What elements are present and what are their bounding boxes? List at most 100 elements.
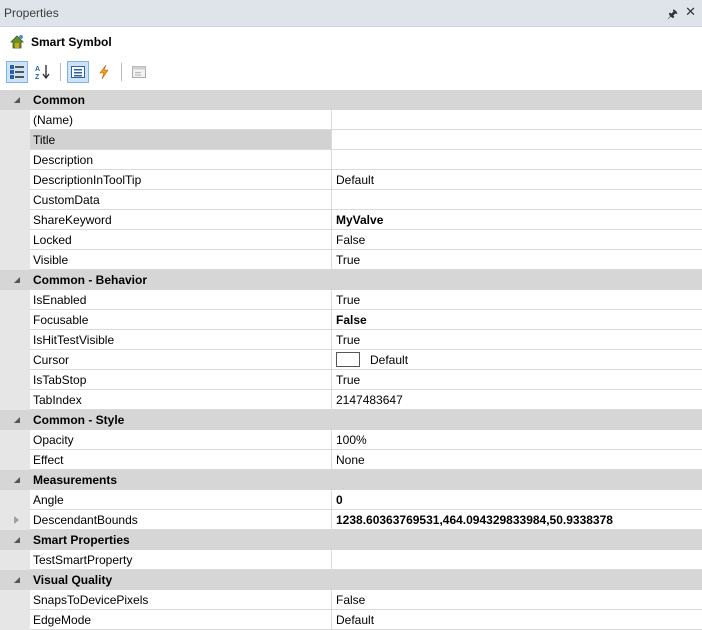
property-name[interactable]: CustomData [30, 190, 332, 210]
property-name[interactable]: IsTabStop [30, 370, 332, 390]
row-gutter [0, 330, 30, 350]
property-name[interactable]: TestSmartProperty [30, 550, 332, 570]
cursor-value-text: Default [370, 353, 409, 367]
collapse-icon[interactable] [14, 277, 20, 283]
object-header: Smart Symbol [0, 28, 702, 56]
property-row-tabindex[interactable]: TabIndex 2147483647 [0, 390, 702, 410]
property-value[interactable]: 1238.60363769531,464.094329833984,50.933… [332, 510, 702, 530]
alphabetical-button[interactable]: A Z [32, 61, 54, 83]
property-name[interactable]: IsHitTestVisible [30, 330, 332, 350]
property-name[interactable]: Locked [30, 230, 332, 250]
property-row-ishittestvisible[interactable]: IsHitTestVisible True [0, 330, 702, 350]
property-name[interactable]: Cursor [30, 350, 332, 370]
property-value[interactable]: Default [332, 350, 702, 370]
collapse-icon[interactable] [14, 537, 20, 543]
collapse-icon[interactable] [14, 477, 20, 483]
property-name[interactable]: DescendantBounds [30, 510, 332, 530]
property-value[interactable] [332, 550, 702, 570]
property-name[interactable]: Title [30, 130, 332, 150]
property-name[interactable]: (Name) [30, 110, 332, 130]
row-gutter [0, 510, 30, 530]
category-common[interactable]: Common [0, 90, 702, 110]
collapse-icon[interactable] [14, 97, 20, 103]
property-value[interactable] [332, 190, 702, 210]
property-row-customdata[interactable]: CustomData [0, 190, 702, 210]
property-value[interactable]: 0 [332, 490, 702, 510]
property-value[interactable]: False [332, 590, 702, 610]
collapse-icon[interactable] [14, 417, 20, 423]
property-row-name[interactable]: (Name) [0, 110, 702, 130]
cursor-swatch [336, 352, 360, 368]
row-gutter [0, 210, 30, 230]
property-row-visible[interactable]: Visible True [0, 250, 702, 270]
property-row-descendantbounds[interactable]: DescendantBounds 1238.60363769531,464.094… [0, 510, 702, 530]
property-name[interactable]: Angle [30, 490, 332, 510]
smart-symbol-icon [10, 35, 24, 49]
property-value[interactable]: True [332, 250, 702, 270]
property-row-effect[interactable]: Effect None [0, 450, 702, 470]
property-value[interactable]: MyValve [332, 210, 702, 230]
property-pages-button[interactable] [128, 61, 150, 83]
property-value[interactable]: False [332, 310, 702, 330]
category-measurements[interactable]: Measurements [0, 470, 702, 490]
category-label: Common - Style [33, 413, 125, 427]
category-common-behavior[interactable]: Common - Behavior [0, 270, 702, 290]
property-row-descriptionintooltip[interactable]: DescriptionInToolTip Default [0, 170, 702, 190]
category-gutter [0, 470, 30, 490]
property-value[interactable]: Default [332, 170, 702, 190]
collapse-icon[interactable] [14, 577, 20, 583]
category-label: Visual Quality [33, 573, 113, 587]
row-gutter [0, 250, 30, 270]
close-icon[interactable]: ✕ [685, 4, 696, 20]
property-name[interactable]: Effect [30, 450, 332, 470]
expand-icon[interactable] [14, 516, 19, 524]
property-row-testsmartproperty[interactable]: TestSmartProperty [0, 550, 702, 570]
property-value[interactable] [332, 130, 702, 150]
property-name[interactable]: Opacity [30, 430, 332, 450]
pin-icon[interactable]: 🖈︎ [667, 5, 678, 26]
property-name[interactable]: IsEnabled [30, 290, 332, 310]
property-grid: Common (Name) Title Description DescriptionI… [0, 90, 702, 630]
property-row-sharekeyword[interactable]: ShareKeyword MyValve [0, 210, 702, 230]
property-row-angle[interactable]: Angle 0 [0, 490, 702, 510]
property-name[interactable]: Description [30, 150, 332, 170]
property-name[interactable]: ShareKeyword [30, 210, 332, 230]
object-name: Smart Symbol [31, 35, 112, 49]
property-value[interactable]: 100% [332, 430, 702, 450]
row-gutter [0, 390, 30, 410]
property-name[interactable]: Focusable [30, 310, 332, 330]
property-value[interactable]: Default [332, 610, 702, 630]
property-value[interactable] [332, 150, 702, 170]
property-row-locked[interactable]: Locked False [0, 230, 702, 250]
property-value[interactable] [332, 110, 702, 130]
category-gutter [0, 570, 30, 590]
categorized-button[interactable] [6, 61, 28, 83]
row-gutter [0, 290, 30, 310]
category-common-style[interactable]: Common - Style [0, 410, 702, 430]
properties-button[interactable] [67, 61, 89, 83]
property-name[interactable]: SnapsToDevicePixels [30, 590, 332, 610]
property-row-isenabled[interactable]: IsEnabled True [0, 290, 702, 310]
property-value[interactable]: False [332, 230, 702, 250]
property-row-description[interactable]: Description [0, 150, 702, 170]
category-visual-quality[interactable]: Visual Quality [0, 570, 702, 590]
property-row-edgemode[interactable]: EdgeMode Default [0, 610, 702, 630]
row-gutter [0, 610, 30, 630]
property-row-title[interactable]: Title [0, 130, 702, 150]
property-name[interactable]: EdgeMode [30, 610, 332, 630]
property-value[interactable]: 2147483647 [332, 390, 702, 410]
property-row-cursor[interactable]: Cursor Default [0, 350, 702, 370]
property-value[interactable]: True [332, 370, 702, 390]
property-row-istabstop[interactable]: IsTabStop True [0, 370, 702, 390]
property-value[interactable]: True [332, 330, 702, 350]
category-smart-properties[interactable]: Smart Properties [0, 530, 702, 550]
property-row-focusable[interactable]: Focusable False [0, 310, 702, 330]
property-value[interactable]: True [332, 290, 702, 310]
property-name[interactable]: TabIndex [30, 390, 332, 410]
property-name[interactable]: DescriptionInToolTip [30, 170, 332, 190]
property-row-snapstodevicepixels[interactable]: SnapsToDevicePixels False [0, 590, 702, 610]
property-name[interactable]: Visible [30, 250, 332, 270]
events-button[interactable] [93, 61, 115, 83]
property-value[interactable]: None [332, 450, 702, 470]
property-row-opacity[interactable]: Opacity 100% [0, 430, 702, 450]
